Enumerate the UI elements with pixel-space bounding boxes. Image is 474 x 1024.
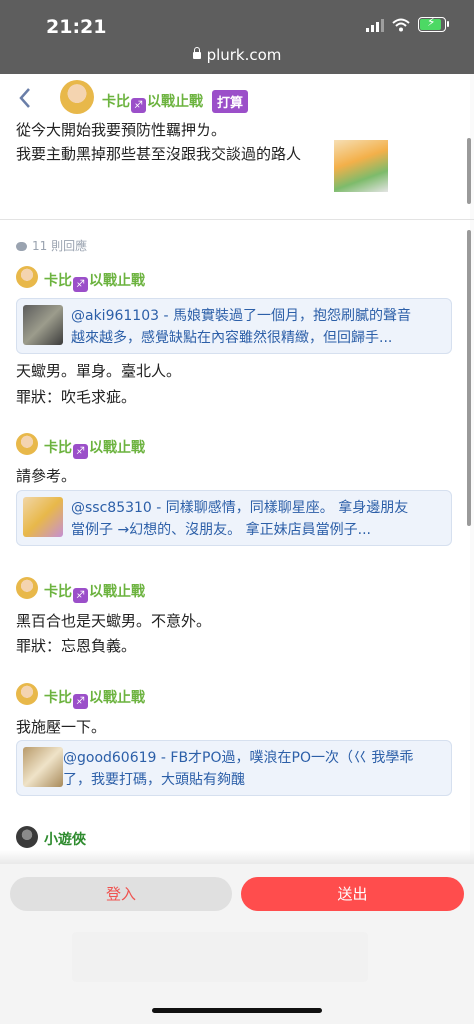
divider bbox=[0, 219, 474, 220]
response-count-text: 11 則回應 bbox=[32, 239, 88, 253]
sagittarius-icon: ♐ bbox=[73, 694, 88, 709]
response-author[interactable]: 小遊俠 bbox=[44, 829, 86, 849]
card-thumbnail bbox=[23, 497, 63, 537]
signal-icon bbox=[366, 18, 384, 32]
url-text: plurk.com bbox=[206, 46, 282, 64]
card-thumbnail bbox=[23, 305, 63, 345]
card-line: @ssc85310 - 同樣聊感情，同樣聊星座。 拿身邊朋友 bbox=[71, 500, 409, 516]
blank-placeholder bbox=[72, 932, 368, 982]
post-line-1: 從今大開始我要預防性羈押ㄌ。 bbox=[16, 121, 227, 139]
status-icons: ⚡ bbox=[366, 15, 449, 32]
card-text: @good60619 - FB才PO過，噗浪在PO一次（巜 我學乖 了，我要打碼… bbox=[63, 747, 441, 791]
response-line: 請參考。 bbox=[16, 467, 77, 485]
author-name: 卡比 bbox=[44, 440, 72, 456]
card-line: @good60619 - FB才PO過，噗浪在PO一次（巜 我學乖 bbox=[63, 750, 414, 766]
responses-scrollbar[interactable] bbox=[467, 230, 471, 526]
author-suffix: 以戰止戰 bbox=[89, 584, 145, 600]
back-chevron-icon[interactable] bbox=[18, 86, 32, 116]
response-author[interactable]: 卡比 ♐ 以戰止戰 bbox=[44, 687, 145, 709]
avatar[interactable] bbox=[16, 266, 38, 288]
post-scrollbar[interactable] bbox=[467, 138, 471, 204]
response-author[interactable]: 卡比 ♐ 以戰止戰 bbox=[44, 270, 145, 292]
avatar[interactable] bbox=[16, 683, 38, 705]
author-suffix: 以戰止戰 bbox=[147, 94, 203, 110]
link-card[interactable]: @ssc85310 - 同樣聊感情，同樣聊星座。 拿身邊朋友 當例子 →幻想的、… bbox=[16, 490, 452, 546]
browser-top-bar: 21:21 ⚡ plurk.com bbox=[0, 0, 474, 74]
battery-icon: ⚡ bbox=[418, 15, 449, 32]
response-line: 罪狀：忘恩負義。 bbox=[16, 637, 137, 655]
response-author[interactable]: 卡比 ♐ 以戰止戰 bbox=[44, 437, 145, 459]
card-line: 越來越多，感覺缺點在內容雖然很精緻，但回歸手... bbox=[71, 330, 393, 346]
response-author[interactable]: 卡比 ♐ 以戰止戰 bbox=[44, 581, 145, 603]
sagittarius-icon: ♐ bbox=[73, 277, 88, 292]
author-suffix: 以戰止戰 bbox=[89, 440, 145, 456]
status-time: 21:21 bbox=[46, 16, 107, 38]
author-name: 卡比 bbox=[102, 94, 130, 110]
home-indicator[interactable] bbox=[152, 1008, 322, 1013]
response-line: 黑百合也是天蠍男。不意外。 bbox=[16, 612, 212, 630]
sagittarius-icon: ♐ bbox=[131, 98, 146, 113]
sticker-image bbox=[334, 140, 388, 192]
author-suffix: 以戰止戰 bbox=[89, 690, 145, 706]
avatar[interactable] bbox=[16, 826, 38, 848]
link-card[interactable]: @aki961103 - 馬娘實裝過了一個月，抱怨刷膩的聲音 越來越多，感覺缺點… bbox=[16, 298, 452, 354]
bottom-fade bbox=[0, 850, 474, 864]
response-line: 罪狀：吹毛求疵。 bbox=[16, 388, 137, 406]
author-name: 卡比 bbox=[44, 690, 72, 706]
card-text: @ssc85310 - 同樣聊感情，同樣聊星座。 拿身邊朋友 當例子 →幻想的、… bbox=[71, 497, 441, 541]
avatar[interactable] bbox=[16, 433, 38, 455]
card-thumbnail bbox=[23, 747, 63, 787]
post-line-2: 我要主動黑掉那些甚至沒跟我交談過的路人 bbox=[16, 145, 302, 163]
response-line: 天蠍男。單身。臺北人。 bbox=[16, 362, 182, 380]
qualifier-badge: 打算 bbox=[212, 90, 249, 113]
comment-icon bbox=[16, 242, 27, 251]
response-line: 我施壓一下。 bbox=[16, 718, 107, 736]
card-line: @aki961103 - 馬娘實裝過了一個月，抱怨刷膩的聲音 bbox=[71, 308, 411, 324]
avatar[interactable] bbox=[16, 577, 38, 599]
send-button[interactable]: 送出 bbox=[241, 877, 464, 911]
sagittarius-icon: ♐ bbox=[73, 588, 88, 603]
card-line: 當例子 →幻想的、沒朋友。 拿正妹店員當例子... bbox=[71, 522, 371, 538]
card-text: @aki961103 - 馬娘實裝過了一個月，抱怨刷膩的聲音 越來越多，感覺缺點… bbox=[71, 305, 441, 349]
author-name: 卡比 bbox=[44, 584, 72, 600]
wifi-icon bbox=[392, 18, 410, 31]
sagittarius-icon: ♐ bbox=[73, 444, 88, 459]
author-suffix: 以戰止戰 bbox=[89, 273, 145, 289]
response-count: 11 則回應 bbox=[16, 237, 87, 254]
login-button[interactable]: 登入 bbox=[10, 877, 232, 911]
avatar[interactable] bbox=[60, 80, 94, 114]
author-name: 卡比 bbox=[44, 273, 72, 289]
url-bar[interactable]: plurk.com bbox=[0, 46, 474, 64]
card-line: 了，我要打碼，大頭貼有夠醜 bbox=[63, 772, 245, 788]
lock-icon bbox=[192, 47, 201, 59]
link-card[interactable]: @good60619 - FB才PO過，噗浪在PO一次（巜 我學乖 了，我要打碼… bbox=[16, 740, 452, 796]
post-author[interactable]: 卡比 ♐ 以戰止戰 bbox=[102, 91, 203, 113]
